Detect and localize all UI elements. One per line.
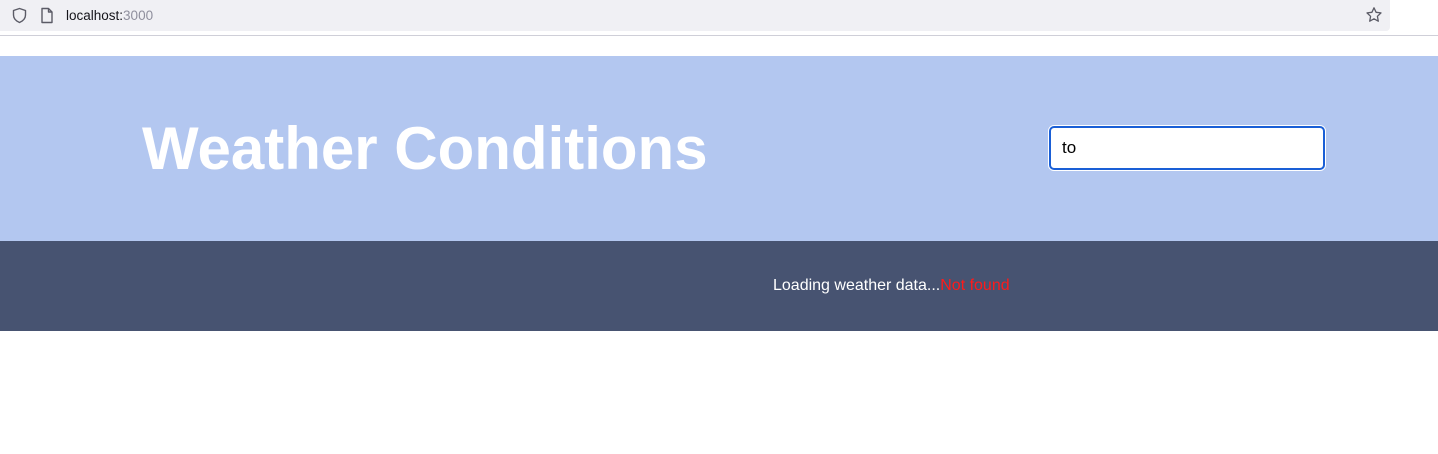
error-text: Not found <box>940 277 1010 294</box>
status-section: Loading weather data...Not found <box>0 241 1438 331</box>
loading-text: Loading weather data... <box>773 277 941 294</box>
url-port: 3000 <box>123 8 154 23</box>
star-icon[interactable] <box>1365 6 1383 24</box>
address-bar[interactable]: localhost:3000 <box>0 0 1390 31</box>
shield-icon[interactable] <box>11 7 28 24</box>
page-title: Weather Conditions <box>142 115 708 182</box>
status-message: Loading weather data...Not found <box>773 277 1010 295</box>
page-icon <box>41 7 53 24</box>
city-search-input[interactable] <box>1049 126 1325 170</box>
url-text[interactable]: localhost:3000 <box>66 8 153 23</box>
browser-toolbar: localhost:3000 <box>0 0 1438 36</box>
url-host: localhost: <box>66 8 124 23</box>
app-header: Weather Conditions <box>0 56 1438 241</box>
